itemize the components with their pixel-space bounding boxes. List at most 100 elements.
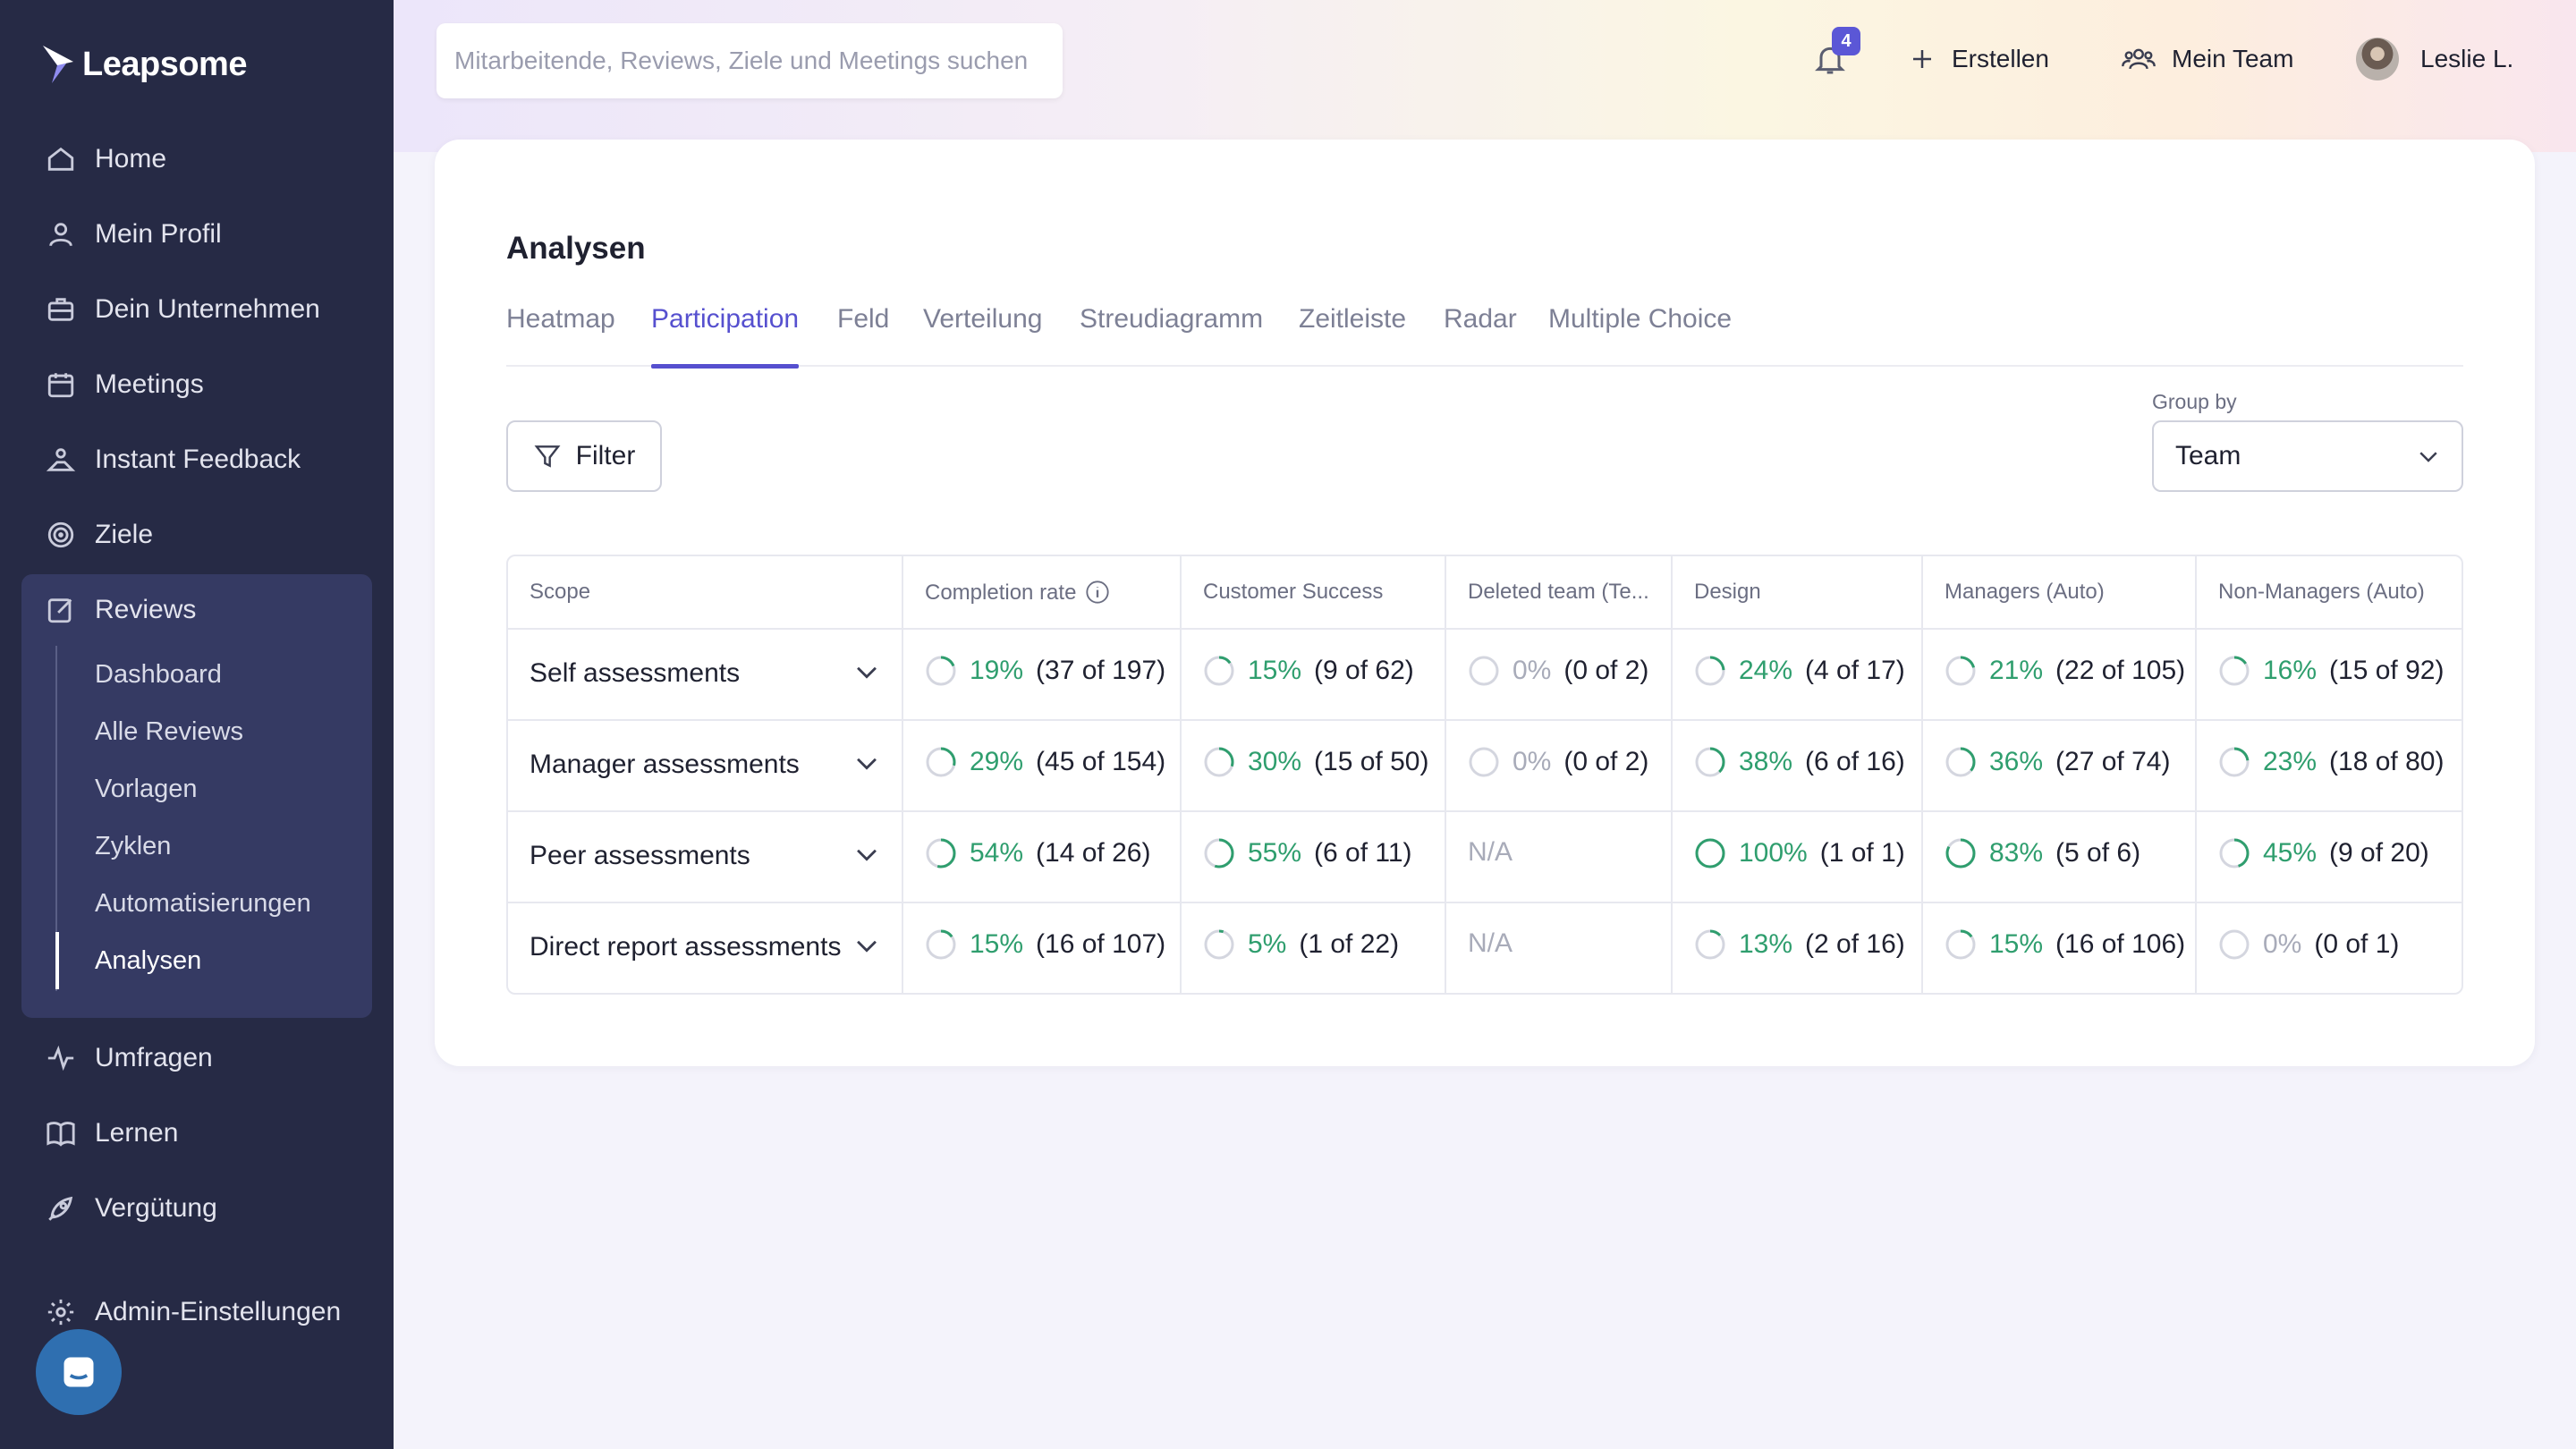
completion-cell[interactable]: 54% (14 of 26) <box>925 837 1150 869</box>
completion-cell[interactable]: 0% (0 of 2) <box>1468 746 1648 778</box>
completion-cell[interactable]: 5% (1 of 22) <box>1203 928 1399 961</box>
chevron-down-icon <box>2419 452 2437 462</box>
group-by-label: Group by <box>2152 390 2237 413</box>
info-icon[interactable] <box>1085 580 1110 605</box>
filter-label: Filter <box>575 441 636 470</box>
chat-launcher-button[interactable] <box>36 1329 122 1415</box>
completion-percent: 0% <box>1513 747 1552 776</box>
completion-cell[interactable]: 30% (15 of 50) <box>1203 746 1428 778</box>
subnav-zyklen[interactable]: Zyklen <box>95 832 171 861</box>
sidebar-item-reviews[interactable]: Reviews <box>21 579 372 641</box>
table-header: Scope Completion rate Customer Success Dele… <box>508 556 2462 630</box>
completion-cell[interactable]: 23% (18 of 80) <box>2218 746 2444 778</box>
completion-cell[interactable]: 16% (15 of 92) <box>2218 655 2444 687</box>
expand-chevron-icon[interactable] <box>852 930 882 961</box>
progress-ring-icon <box>926 929 956 960</box>
completion-cell[interactable]: 24% (4 of 17) <box>1694 655 1905 687</box>
edit-icon <box>45 594 77 626</box>
sidebar-item-lernen[interactable]: Lernen <box>21 1102 372 1165</box>
user-icon <box>45 218 77 250</box>
completion-cell[interactable]: 0% (0 of 2) <box>1468 655 1648 687</box>
pulse-icon <box>45 1042 77 1074</box>
column-header[interactable]: Managers (Auto) <box>1945 580 2105 605</box>
logo[interactable]: Leapsome <box>39 39 247 89</box>
completion-cell[interactable]: 36% (27 of 74) <box>1945 746 2170 778</box>
column-header[interactable]: Scope <box>530 580 590 605</box>
subnav-automatisierungen[interactable]: Automatisierungen <box>95 889 311 919</box>
completion-cell[interactable]: 13% (2 of 16) <box>1694 928 1905 961</box>
completion-cell[interactable]: 19% (37 of 197) <box>925 655 1165 687</box>
completion-cell[interactable]: 21% (22 of 105) <box>1945 655 2185 687</box>
create-button[interactable]: Erstellen <box>1909 39 2049 79</box>
completion-count: (15 of 50) <box>1314 747 1429 776</box>
sidebar-item-home[interactable]: Home <box>21 128 372 191</box>
completion-cell[interactable]: 0% (0 of 1) <box>2218 928 2399 961</box>
column-header-label: Design <box>1694 580 1761 604</box>
sidebar-item-meetings[interactable]: Meetings <box>21 353 372 416</box>
completion-cell[interactable]: 55% (6 of 11) <box>1203 837 1412 869</box>
filter-button[interactable]: Filter <box>506 420 662 492</box>
progress-ring-icon <box>1945 656 1976 686</box>
expand-chevron-icon[interactable] <box>852 657 882 687</box>
completion-cell[interactable]: 45% (9 of 20) <box>2218 837 2429 869</box>
tab-heatmap[interactable]: Heatmap <box>506 304 615 367</box>
completion-percent: 5% <box>1248 929 1287 959</box>
completion-count: (27 of 74) <box>2055 747 2171 776</box>
user-menu[interactable]: Leslie L. <box>2356 38 2513 80</box>
sidebar-item-verguetung[interactable]: Vergütung <box>21 1177 372 1240</box>
sidebar-item-dein-unternehmen[interactable]: Dein Unternehmen <box>21 278 372 341</box>
progress-ring-icon <box>1945 929 1976 960</box>
subnav-vorlagen[interactable]: Vorlagen <box>95 775 198 804</box>
search-input[interactable] <box>454 47 1045 75</box>
completion-count: (1 of 22) <box>1299 929 1400 959</box>
column-header[interactable]: Customer Success <box>1203 580 1383 605</box>
scope-label: Direct report assessments <box>530 932 842 962</box>
sidebar-item-umfragen[interactable]: Umfragen <box>21 1027 372 1089</box>
tab-radar[interactable]: Radar <box>1444 304 1517 367</box>
completion-cell[interactable]: 29% (45 of 154) <box>925 746 1165 778</box>
tab-multiple-choice[interactable]: Multiple Choice <box>1548 304 1732 367</box>
tab-participation[interactable]: Participation <box>651 304 800 369</box>
subnav-alle-reviews[interactable]: Alle Reviews <box>95 717 243 747</box>
column-header[interactable]: Non-Managers (Auto) <box>2218 580 2425 605</box>
sidebar-item-label: Admin-Einstellungen <box>95 1297 342 1326</box>
expand-chevron-icon[interactable] <box>852 839 882 869</box>
tab-verteilung[interactable]: Verteilung <box>923 304 1042 367</box>
tab-feld[interactable]: Feld <box>837 304 889 367</box>
sidebar-item-mein-profil[interactable]: Mein Profil <box>21 203 372 266</box>
sidebar-item-label: Lernen <box>95 1118 179 1148</box>
progress-ring-icon <box>2219 656 2250 686</box>
table-row: Peer assessments 54% (14 of 26) 55% (6 of 11… <box>508 812 2462 903</box>
sidebar-item-label: Mein Profil <box>95 219 222 249</box>
global-search[interactable] <box>436 23 1063 98</box>
sidebar-item-instant-feedback[interactable]: Instant Feedback <box>21 428 372 491</box>
create-label: Erstellen <box>1952 45 2049 72</box>
completion-cell[interactable]: 38% (6 of 16) <box>1694 746 1905 778</box>
progress-ring-icon <box>1469 656 1499 686</box>
completion-cell[interactable]: 83% (5 of 6) <box>1945 837 2140 869</box>
team-icon <box>2122 48 2156 70</box>
subnav-analysen[interactable]: Analysen <box>95 946 201 976</box>
sidebar-item-ziele[interactable]: Ziele <box>21 504 372 566</box>
completion-cell[interactable]: 100% (1 of 1) <box>1694 837 1905 869</box>
completion-count: (1 of 1) <box>1819 838 1905 868</box>
subnav-dashboard[interactable]: Dashboard <box>95 660 222 690</box>
progress-ring-icon <box>2219 838 2250 869</box>
tab-zeitleiste[interactable]: Zeitleiste <box>1299 304 1406 367</box>
completion-count: (0 of 2) <box>1563 747 1649 776</box>
completion-cell[interactable]: 15% (9 of 62) <box>1203 655 1414 687</box>
completion-cell[interactable]: 15% (16 of 107) <box>925 928 1165 961</box>
column-header[interactable]: Completion rate <box>925 580 1110 606</box>
completion-count: (4 of 17) <box>1805 656 1905 685</box>
column-header[interactable]: Deleted team (Te... <box>1468 580 1649 605</box>
tab-streudiagramm[interactable]: Streudiagramm <box>1080 304 1263 367</box>
expand-chevron-icon[interactable] <box>852 748 882 778</box>
completion-count: (0 of 2) <box>1563 656 1649 685</box>
completion-cell[interactable]: 15% (16 of 106) <box>1945 928 2185 961</box>
target-icon <box>45 519 77 551</box>
column-header[interactable]: Design <box>1694 580 1761 605</box>
group-by-select[interactable]: Team <box>2152 420 2463 492</box>
my-team-button[interactable]: Mein Team <box>2122 39 2293 79</box>
progress-ring-icon <box>1695 747 1725 777</box>
sidebar: Leapsome Home Mein Profil Dein Unternehm… <box>0 0 394 1449</box>
